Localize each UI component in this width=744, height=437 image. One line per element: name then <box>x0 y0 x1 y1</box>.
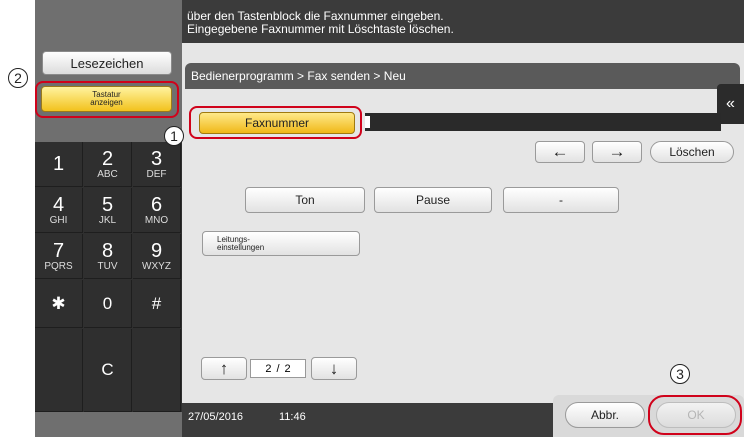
key-3[interactable]: 3 DEF <box>133 142 181 187</box>
callout-highlight-1 <box>189 106 362 139</box>
arrow-down-icon: ↓ <box>329 358 339 378</box>
key-blank-left <box>35 329 83 412</box>
tone-label: Ton <box>295 193 315 207</box>
numeric-keypad: 1 2 ABC 3 DEF 4 GHI 5 JKL 6 MNO 7 PQRS 8 TUV 9W… <box>35 142 182 412</box>
delete-label: Löschen <box>669 145 715 159</box>
collapse-panel-icon[interactable]: « <box>717 84 744 124</box>
fax-number-field[interactable] <box>365 113 721 131</box>
status-time: 11:46 <box>279 411 306 423</box>
cursor-left-button[interactable]: ← <box>535 141 585 163</box>
page-total: 2 <box>284 362 291 375</box>
key-clear[interactable]: C <box>84 329 132 412</box>
key-7[interactable]: 7 PQRS <box>35 234 83 279</box>
page-separator: / <box>276 362 280 375</box>
page-current: 2 <box>265 362 272 375</box>
callout-highlight-3 <box>648 395 742 435</box>
key-2[interactable]: 2 ABC <box>84 142 132 187</box>
key-8[interactable]: 8 TUV <box>84 234 132 279</box>
arrow-left-icon: ← <box>551 142 569 161</box>
key-blank-right <box>133 329 181 412</box>
key-asterisk[interactable]: ✱ <box>35 280 83 328</box>
dash-label: - <box>559 193 563 207</box>
page-indicator: 2 / 2 <box>250 359 306 378</box>
key-hash[interactable]: # <box>133 280 181 328</box>
arrow-up-icon: ↑ <box>219 358 229 378</box>
bookmark-label: Lesezeichen <box>70 55 144 71</box>
delete-button[interactable]: Löschen <box>650 141 734 163</box>
breadcrumb: Bedienerprogramm > Fax senden > Neu <box>185 63 740 89</box>
cancel-label: Abbr. <box>590 408 620 422</box>
arrow-right-icon: → <box>608 142 626 161</box>
bookmark-button[interactable]: Lesezeichen <box>42 51 172 75</box>
page-down-button[interactable]: ↓ <box>311 357 357 380</box>
main-content <box>182 43 744 403</box>
page-up-button[interactable]: ↑ <box>201 357 247 380</box>
tone-button[interactable]: Ton <box>245 187 365 213</box>
instruction-bar: über den Tastenblock die Faxnummer einge… <box>182 0 744 43</box>
status-date: 27/05/2016 <box>188 411 244 423</box>
callout-highlight-2 <box>35 81 179 118</box>
line-settings-label-2: einstellungen <box>217 242 265 252</box>
key-5[interactable]: 5 JKL <box>84 188 132 233</box>
line-settings-button[interactable]: Leitungs- einstellungen <box>202 231 360 256</box>
key-0[interactable]: 0 <box>84 280 132 328</box>
dash-button[interactable]: - <box>503 187 619 213</box>
instruction-line-2: Eingegebene Faxnummer mit Löschtaste lös… <box>187 22 454 36</box>
key-9[interactable]: 9 WXYZ <box>133 234 181 279</box>
pause-button[interactable]: Pause <box>374 187 492 213</box>
pause-label: Pause <box>415 193 451 207</box>
callout-number-1: 1 <box>164 126 184 146</box>
key-4[interactable]: 4 GHI <box>35 188 83 233</box>
callout-number-3: 3 <box>670 364 690 384</box>
key-6[interactable]: 6 MNO <box>133 188 181 233</box>
key-1[interactable]: 1 <box>35 142 83 187</box>
callout-number-2: 2 <box>8 68 28 88</box>
text-cursor <box>365 116 370 128</box>
cursor-right-button[interactable]: → <box>592 141 642 163</box>
cancel-button[interactable]: Abbr. <box>565 402 645 428</box>
